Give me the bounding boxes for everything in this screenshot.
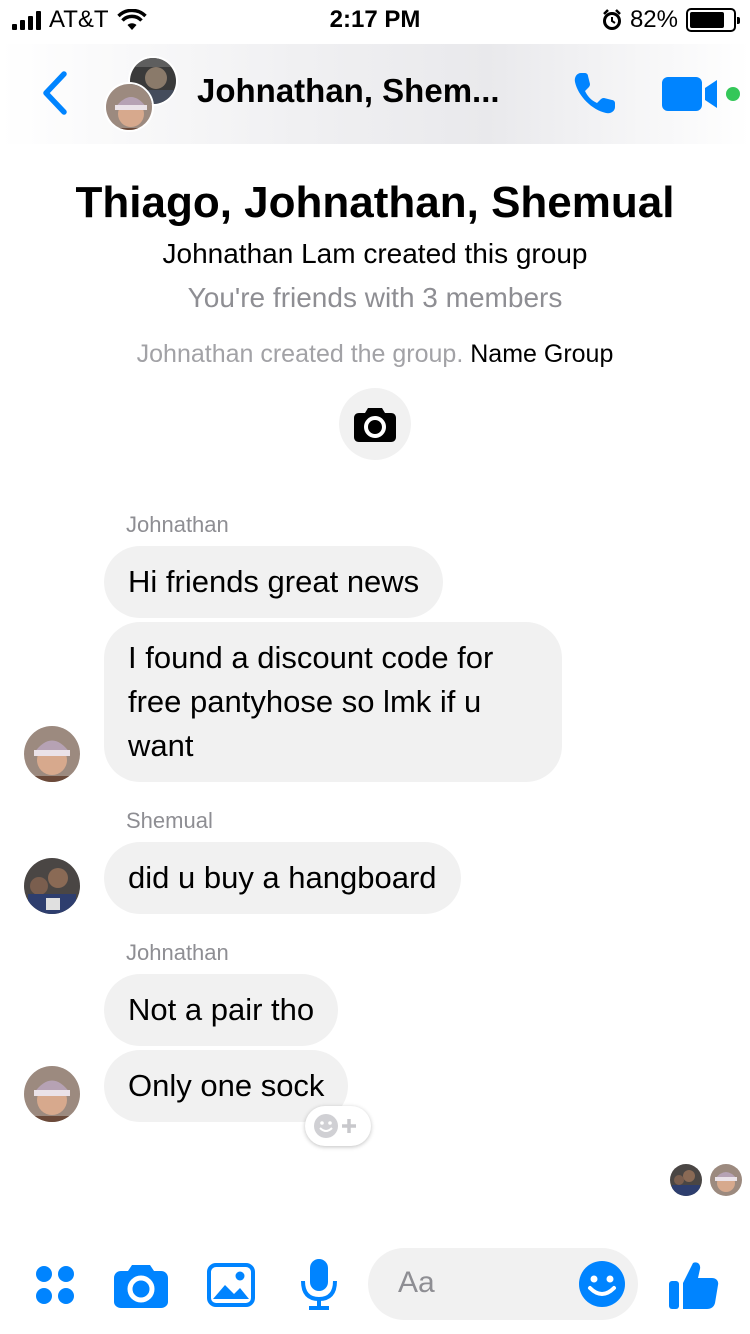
voice-button[interactable]: [292, 1258, 346, 1312]
group-creator-text: Johnathan Lam created this group: [162, 238, 588, 269]
battery-fill: [690, 12, 725, 28]
message-bubble[interactable]: I found a discount code for free pantyho…: [104, 622, 562, 782]
group-event: Johnathan created the group. Name Group: [0, 340, 750, 369]
add-reaction-icon: [314, 1114, 356, 1138]
sender-avatar-johnathan[interactable]: [24, 726, 80, 782]
battery-icon: [686, 8, 740, 32]
back-arrow-icon[interactable]: [36, 68, 72, 118]
status-right: 82%: [602, 6, 740, 34]
thumbs-up-icon: [669, 1262, 719, 1309]
camera-icon: [114, 1265, 168, 1308]
sender-name: Johnathan: [126, 940, 229, 965]
message-bubble[interactable]: Hi friends great news: [104, 546, 444, 618]
message-composer: Aa: [0, 1240, 750, 1330]
photo-icon: [207, 1263, 255, 1307]
avatar-johnathan: [104, 82, 154, 132]
friends-count-text: You're friends with 3 members: [187, 282, 563, 313]
message-bubble[interactable]: Not a pair tho: [104, 974, 339, 1046]
camera-button[interactable]: [114, 1258, 168, 1312]
sender-avatar-johnathan[interactable]: [24, 1066, 80, 1122]
group-event-text: Johnathan created the group.: [136, 340, 464, 368]
add-group-photo-button[interactable]: [339, 388, 411, 460]
emoji-icon[interactable]: [578, 1260, 626, 1308]
microphone-icon: [301, 1259, 337, 1310]
message-input-placeholder: Aa: [398, 1266, 435, 1299]
name-group-link[interactable]: Name Group: [470, 340, 613, 368]
seen-avatar-shemual: [670, 1164, 702, 1196]
sender-avatar-shemual[interactable]: [24, 858, 80, 914]
seen-avatar-johnathan: [710, 1164, 742, 1196]
apps-button[interactable]: [28, 1258, 82, 1312]
online-status-dot: [726, 87, 740, 101]
conversation-header: Johnathan, Shem...: [0, 44, 750, 144]
status-bar: AT&T 2:17 PM 82%: [0, 0, 750, 40]
photo-button[interactable]: [204, 1258, 258, 1312]
battery-percent: 82%: [629, 6, 678, 33]
conversation-title[interactable]: Johnathan, Shem...: [197, 72, 527, 110]
like-button[interactable]: [666, 1258, 720, 1312]
sender-name: Johnathan: [126, 512, 229, 537]
video-camera-icon[interactable]: [662, 74, 722, 114]
group-name: Thiago, Johnathan, Shemual: [75, 178, 675, 227]
camera-icon: [354, 408, 396, 442]
apps-icon: [36, 1266, 74, 1304]
phone-icon[interactable]: [570, 68, 620, 118]
sender-name: Shemual: [126, 808, 213, 833]
message-bubble[interactable]: did u buy a hangboard: [104, 842, 461, 914]
group-avatar[interactable]: [104, 56, 178, 132]
add-reaction-button[interactable]: [305, 1106, 371, 1146]
alarm-icon: [602, 9, 621, 30]
